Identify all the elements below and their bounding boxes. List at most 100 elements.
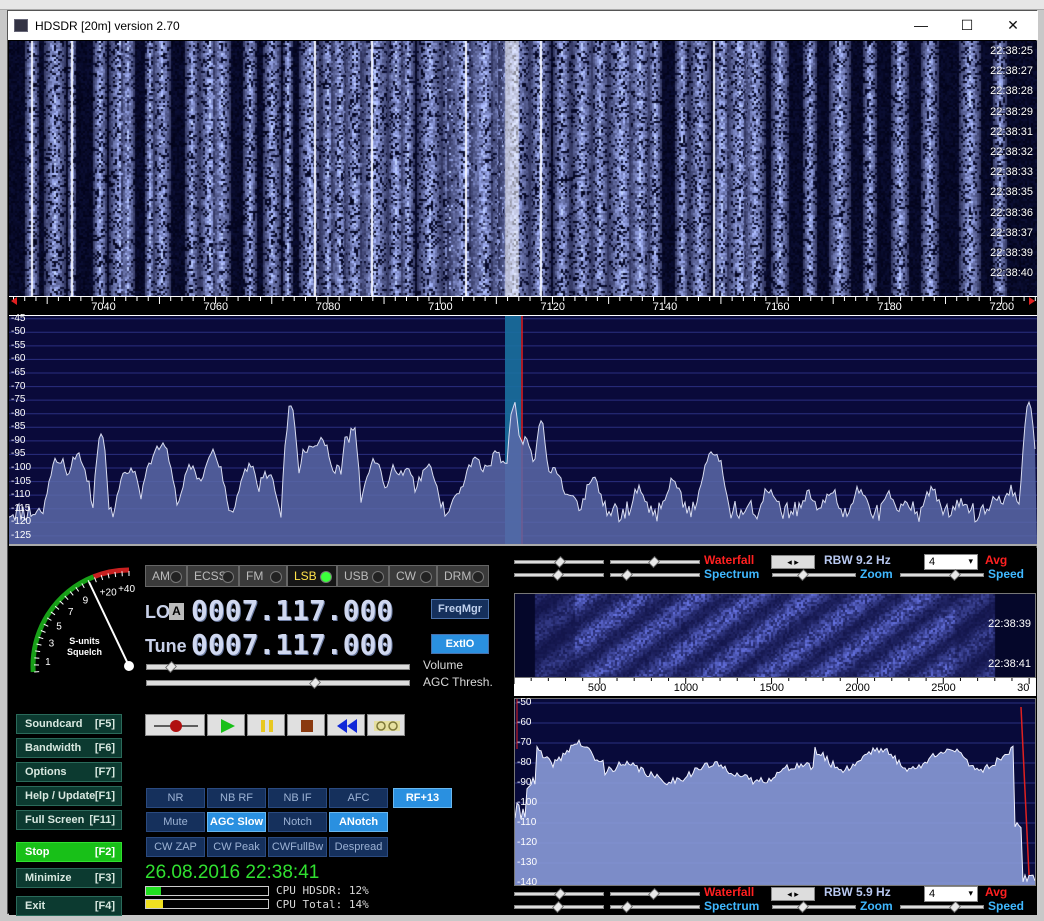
rf-frequency-axis[interactable]: 7040 7060 7080 7100 7120 7140 7160 7180 7200 [9,296,1037,316]
af-waterfall-canvas[interactable] [515,594,1035,677]
mode-button-ecss[interactable]: ECSS [187,565,239,587]
af_panel-spectrum-brightness-slider[interactable] [610,901,700,913]
dsp-button-cw-zap[interactable]: CW ZAP [146,837,205,857]
af_panel-rbw-arrows[interactable]: ◂ ▸ [771,887,815,901]
loop-button[interactable] [367,714,405,736]
af_panel-waterfall-brightness-slider[interactable] [610,888,700,900]
rf_panel-avg-dropdown[interactable]: 4 ▾ [924,554,978,570]
dsp-button-nr[interactable]: NR [146,788,205,808]
pause-button[interactable] [247,714,285,736]
waterfall-timestamp: 22:38:29 [990,105,1033,118]
dsp-button-nb-if[interactable]: NB IF [268,788,327,808]
mode-button-am[interactable]: AM [145,565,187,587]
rf_panel-speed-slider[interactable] [900,569,984,581]
cpu-hdsdr-value: 12% [348,884,369,897]
rf-spectrum-plot[interactable] [8,316,1037,544]
dsp-button-rf-13[interactable]: RF+13 [393,788,452,808]
lo-frequency-display[interactable]: 0007.117.000 [191,594,393,627]
agc-thresh-slider[interactable] [146,677,410,689]
rf_panel-spectrum-contrast-slider[interactable] [514,569,604,581]
mode-button-fm[interactable]: FM [239,565,287,587]
title-bar[interactable]: HDSDR [20m] version 2.70 — ☐ ✕ [8,11,1038,40]
rf_panel-spectrum-brightness-slider[interactable] [610,569,700,581]
af_panel-waterfall-contrast-slider-thumb[interactable] [554,888,566,900]
extio-button[interactable]: ExtIO [431,634,489,654]
close-window-button[interactable]: ✕ [990,11,1036,40]
lo-label: LO [145,602,170,622]
db-tick-label: -95 [11,448,26,460]
agc-thresh-slider-thumb[interactable] [308,677,321,689]
minimize-window-button[interactable]: — [898,11,944,40]
maximize-window-button[interactable]: ☐ [944,11,990,40]
af-waterfall[interactable]: 22:38:39 22:38:41 [514,593,1036,678]
mode-button-usb[interactable]: USB [337,565,389,587]
record-button[interactable] [145,714,205,736]
tune-frequency-display[interactable]: 0007.117.000 [191,628,393,661]
rf_panel-waterfall-brightness-slider[interactable] [610,556,700,568]
dsp-button-mute[interactable]: Mute [146,812,205,832]
db-tick-label: -105 [11,475,32,487]
rf_panel-zoom-slider-left-thumb[interactable] [797,569,810,581]
dsp-button-cw-peak[interactable]: CW Peak [207,837,266,857]
rf-waterfall-canvas[interactable] [9,41,1037,296]
stop-playback-button[interactable] [287,714,325,736]
rewind-button[interactable] [327,714,365,736]
options-button[interactable]: Options [F7] [16,762,122,782]
af_panel-spectrum-label: Spectrum [704,899,760,913]
af-spectrum-plot[interactable] [514,699,1036,885]
dsp-button-cwfullbw[interactable]: CWFullBw [268,837,327,857]
rf_panel-spectrum-contrast-slider-thumb[interactable] [552,569,565,581]
side-button-hotkey: [F6] [94,742,115,754]
volume-slider-thumb[interactable] [164,661,177,673]
dsp-button-despread[interactable]: Despread [329,837,388,857]
af-spectrum[interactable]: -50 -60 -70 -80 -90 -100 -110 -120 -130 -140 [514,697,1036,888]
af_panel-spectrum-contrast-slider[interactable] [514,901,604,913]
rf-spectrum[interactable]: -45 -50 -55 -60 -65 -70 -75 -80 -85 -90 -95 -100 -10… [8,313,1037,546]
dsp-button-agc-slow[interactable]: AGC Slow [207,812,266,832]
mode-button-drm[interactable]: DRM [437,565,489,587]
stop-button[interactable]: Stop [F2] [16,842,122,862]
full-screen-button[interactable]: Full Screen [F11] [16,810,122,830]
mode-button-cw[interactable]: CW [389,565,437,587]
af_panel-zoom-slider-left-thumb[interactable] [797,901,810,913]
dsp-button-nb-rf[interactable]: NB RF [207,788,266,808]
af_panel-speed-slider-thumb[interactable] [948,901,961,913]
rf_panel-waterfall-brightness-slider-thumb[interactable] [648,556,661,568]
rf_panel-waterfall-contrast-slider-thumb[interactable] [554,556,566,568]
rf_panel-waterfall-contrast-slider[interactable] [514,556,604,568]
stop-icon [301,720,313,732]
af_panel-spectrum-brightness-slider-thumb[interactable] [621,901,634,913]
rf_panel-zoom-slider-left[interactable] [772,569,856,581]
dsp-button-afc[interactable]: AFC [329,788,388,808]
mode-label: USB [344,569,369,583]
soundcard-button[interactable]: Soundcard [F5] [16,714,122,734]
af_panel-waterfall-brightness-slider-thumb[interactable] [648,888,661,900]
side-button-label: Help / Update [25,790,96,802]
rf_panel-spectrum-brightness-slider-thumb[interactable] [621,569,634,581]
rf-waterfall[interactable]: 22:38:25 22:38:27 22:38:28 22:38:29 22:38:31… [9,41,1037,296]
af_panel-zoom-slider-left[interactable] [772,901,856,913]
help-update-button[interactable]: Help / Update [F1] [16,786,122,806]
arrow-right-icon[interactable]: ▸ [794,889,799,899]
arrow-right-icon[interactable]: ▸ [794,557,799,567]
mode-button-lsb[interactable]: LSB [287,565,337,587]
af_panel-waterfall-contrast-slider[interactable] [514,888,604,900]
rf_panel-speed-slider-thumb[interactable] [948,569,961,581]
af_panel-spectrum-contrast-slider-thumb[interactable] [552,901,565,913]
agc-thresh-label: AGC Thresh. [423,675,493,689]
dsp-button-anotch[interactable]: ANotch [329,812,388,832]
exit-button[interactable]: Exit [F4] [16,896,122,916]
freqmgr-button[interactable]: FreqMgr [431,599,489,619]
af-frequency-axis[interactable]: 500 1000 1500 2000 2500 30 [513,678,1036,696]
af-frequency-tick-label: 2500 [931,682,956,694]
volume-slider[interactable] [146,661,410,673]
af_panel-speed-slider[interactable] [900,901,984,913]
rf_panel-rbw-arrows[interactable]: ◂ ▸ [771,555,815,569]
bandwidth-button[interactable]: Bandwidth [F6] [16,738,122,758]
af_panel-avg-value: 4 [929,888,936,900]
dsp-button-notch[interactable]: Notch [268,812,327,832]
af_panel-avg-dropdown[interactable]: 4 ▾ [924,886,978,902]
minimize-button[interactable]: Minimize [F3] [16,868,122,888]
play-button[interactable] [207,714,245,736]
lo-a-badge[interactable]: A [169,603,184,620]
